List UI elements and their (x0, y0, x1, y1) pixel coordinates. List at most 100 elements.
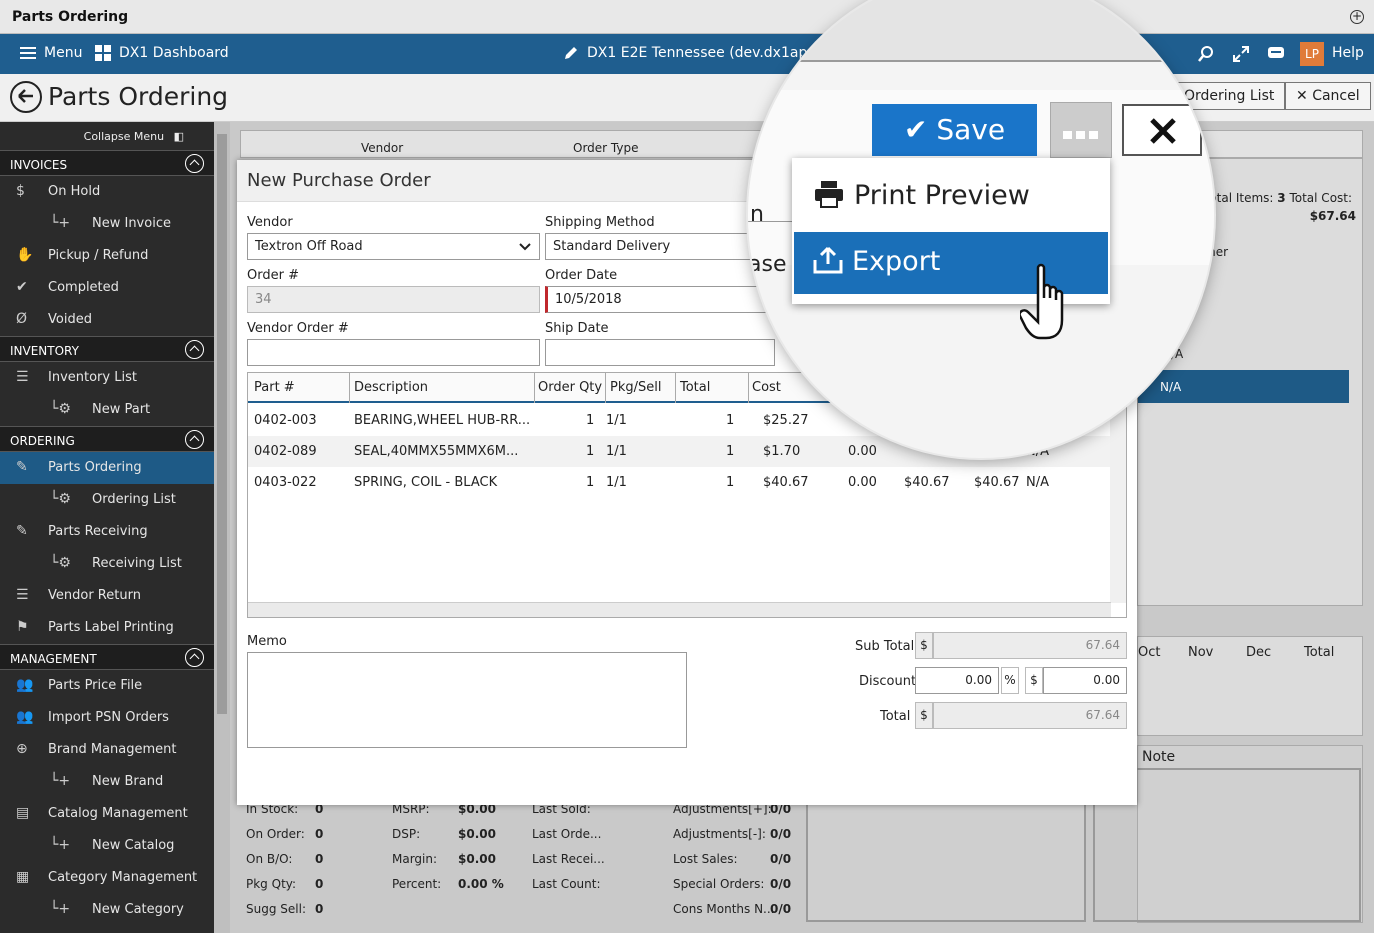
discount-percent-input[interactable]: 0.00 (915, 667, 999, 694)
sidebar-section-management[interactable]: MANAGEMENT (0, 644, 214, 670)
bg-selected-row[interactable]: 0 N/A (1138, 370, 1349, 403)
grid-vertical-scrollbar[interactable] (1110, 403, 1126, 603)
scroll-thumb[interactable] (217, 134, 227, 714)
list-icon: ☰ (16, 369, 29, 385)
expand-icon (1233, 46, 1249, 62)
sidebar-section-label: INVOICES (10, 158, 68, 172)
stat-label: Sugg Sell: (246, 902, 306, 916)
discount-amount-input[interactable]: 0.00 (1043, 667, 1127, 694)
grid-column-header[interactable]: Cost (752, 380, 781, 395)
book-icon: ▤ (16, 805, 30, 821)
dollar-icon: $ (16, 183, 25, 199)
sidebar-item-parts-label-printing[interactable]: ⚑ Parts Label Printing (0, 612, 214, 644)
collapse-section-icon[interactable] (185, 154, 204, 173)
collapse-section-icon[interactable] (185, 430, 204, 449)
sidebar-item-new-invoice[interactable]: └+ New Invoice (0, 208, 214, 240)
print-preview-menu-item[interactable]: Print Preview (792, 158, 1110, 230)
grid-cell-pkg: 1/1 (606, 444, 627, 459)
subtotal-label: Sub Total (855, 639, 915, 654)
grid-cell-pkg: 1/1 (606, 475, 627, 490)
chat-button[interactable] (1267, 45, 1285, 61)
save-label: Save (936, 113, 1006, 146)
dashboard-button[interactable]: DX1 Dashboard (95, 45, 229, 61)
sidebar-item-new-catalog[interactable]: └+ New Catalog (0, 830, 214, 862)
column-divider[interactable] (534, 373, 535, 403)
grid-horizontal-scrollbar[interactable] (248, 602, 1111, 617)
grid-cell-c7: 0.00 (848, 444, 877, 459)
column-divider[interactable] (605, 373, 606, 403)
vendor-select[interactable]: Textron Off Road (247, 233, 540, 260)
sidebar-item-receiving-list[interactable]: └⚙ Receiving List (0, 548, 214, 580)
sidebar-item-import-psn-orders[interactable]: 👥 Import PSN Orders (0, 702, 214, 734)
stat-value: 0 (315, 902, 324, 916)
table-row[interactable]: 0403-022 SPRING, COIL - BLACK 1 1/1 1 $40.67 0… (248, 467, 1111, 498)
month-column-header: Oct (1138, 645, 1161, 660)
grid-column-header[interactable]: Total (680, 380, 710, 395)
stat-label: On B/O: (246, 852, 293, 866)
back-button[interactable] (10, 81, 42, 113)
menu-button[interactable]: Menu (20, 45, 82, 61)
grid-cell-qty: 1 (586, 444, 595, 459)
subtotal-currency: $ (915, 632, 933, 659)
column-divider[interactable] (349, 373, 350, 403)
sidebar-section-inventory[interactable]: INVENTORY (0, 336, 214, 362)
sidebar-item-inventory-list[interactable]: ☰ Inventory List (0, 362, 214, 394)
sidebar-item-parts-receiving[interactable]: ✎ Parts Receiving (0, 516, 214, 548)
sidebar-section-ordering[interactable]: ORDERING (0, 426, 214, 452)
grid-column-header[interactable]: Order Qty (538, 380, 602, 395)
ship-date-input[interactable] (545, 339, 775, 366)
user-avatar[interactable]: LP (1300, 42, 1324, 66)
sidebar-item-on-hold[interactable]: $ On Hold (0, 176, 214, 208)
grid-column-header[interactable]: Pkg/Sell (610, 380, 661, 395)
grid-cell-qty: 1 (586, 475, 595, 490)
sidebar-item-catalog-management[interactable]: ▤ Catalog Management (0, 798, 214, 830)
cancel-label: Cancel (1312, 88, 1360, 104)
stat-label: Last Recei... (532, 852, 605, 866)
vendor-order-input[interactable] (247, 339, 540, 366)
help-link[interactable]: Help (1332, 45, 1364, 61)
memo-textarea[interactable] (247, 652, 687, 748)
sidebar-item-voided[interactable]: Ø Voided (0, 304, 214, 336)
sidebar-item-new-category[interactable]: └+ New Category (0, 894, 214, 926)
order-date-field[interactable]: 10/5/2018 (545, 286, 775, 313)
fullscreen-button[interactable] (1232, 45, 1250, 63)
sidebar-item-new-part[interactable]: └⚙ New Part (0, 394, 214, 426)
save-button[interactable]: ✔ Save (872, 104, 1037, 156)
sidebar-item-parts-price-file[interactable]: 👥 Parts Price File (0, 670, 214, 702)
grid-column-header[interactable]: Description (354, 380, 428, 395)
close-dialog-button[interactable] (1122, 104, 1202, 156)
sidebar-item-category-management[interactable]: ▦ Category Management (0, 862, 214, 894)
cancel-button[interactable]: ✕ Cancel (1285, 82, 1371, 110)
column-divider[interactable] (675, 373, 676, 403)
shipping-method-field[interactable]: Standard Delivery (545, 233, 775, 260)
sidebar-item-parts-ordering[interactable]: ✎ Parts Ordering (0, 452, 214, 484)
sidebar: Collapse Menu ◧ INVOICES $ On Hold └+ New In… (0, 122, 214, 933)
more-options-button[interactable] (1050, 102, 1112, 158)
grid-cell-total: 1 (726, 475, 735, 490)
sidebar-item-vendor-return[interactable]: ☰ Vendor Return (0, 580, 214, 612)
sidebar-item-label: Category Management (48, 870, 198, 885)
column-divider[interactable] (748, 373, 749, 403)
bg-na-2: N/A (1160, 380, 1182, 394)
collapse-section-icon[interactable] (185, 340, 204, 359)
stat-value: 0 (315, 827, 324, 841)
sidebar-item-pickup-refund[interactable]: ✋ Pickup / Refund (0, 240, 214, 272)
dashboard-label: DX1 Dashboard (119, 45, 229, 61)
printer-icon (815, 181, 843, 208)
grid-column-header[interactable]: Part # (254, 380, 295, 395)
hand-icon: ✋ (16, 247, 34, 263)
collapse-section-icon[interactable] (185, 648, 204, 667)
sidebar-item-ordering-list[interactable]: └⚙ Ordering List (0, 484, 214, 516)
globe-icon: ⊕ (16, 741, 28, 757)
sidebar-section-invoices[interactable]: INVOICES (0, 150, 214, 176)
collapse-menu-button[interactable]: Collapse Menu ◧ (0, 122, 214, 150)
sidebar-item-brand-management[interactable]: ⊕ Brand Management (0, 734, 214, 766)
subtotal-value: 67.64 (933, 632, 1127, 659)
sidebar-item-completed[interactable]: ✔ Completed (0, 272, 214, 304)
page-scrollbar[interactable] (214, 122, 230, 933)
sidebar-item-new-brand[interactable]: └+ New Brand (0, 766, 214, 798)
stat-value: 0 (315, 852, 324, 866)
stat-label: On Order: (246, 827, 305, 841)
stat-value: $0.00 (458, 827, 496, 841)
add-window-icon[interactable]: + (1350, 10, 1364, 24)
